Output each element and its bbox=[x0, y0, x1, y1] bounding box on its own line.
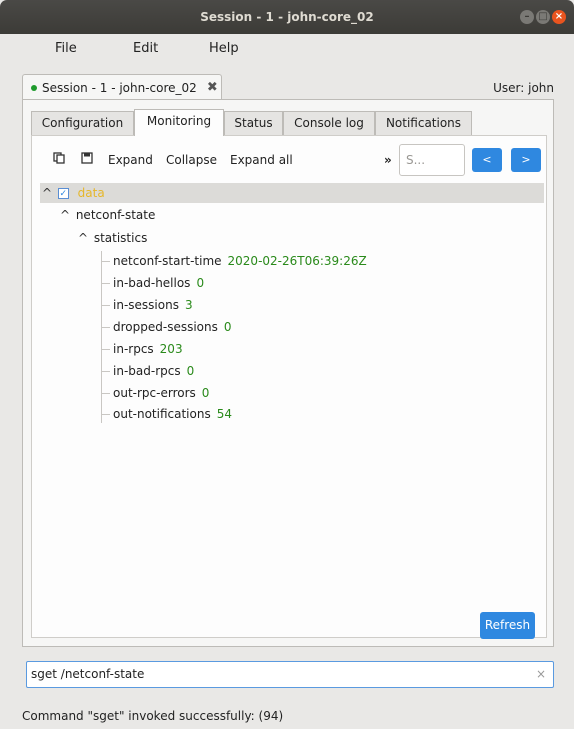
menu-file[interactable]: File bbox=[55, 41, 77, 56]
tree-node-netconf-state[interactable]: ^ netconf-state bbox=[60, 205, 155, 225]
copy-icon[interactable] bbox=[53, 152, 65, 164]
chevron-up-icon[interactable]: ^ bbox=[42, 183, 54, 203]
window-title: Session - 1 - john-core_02 bbox=[200, 10, 374, 24]
leaf-name: out-notifications bbox=[113, 407, 211, 421]
title-bar: Session - 1 - john-core_02 – □ × bbox=[0, 0, 574, 34]
command-input[interactable]: sget /netconf-state bbox=[26, 661, 554, 688]
search-next-button[interactable]: > bbox=[511, 148, 541, 172]
leaf-value: 0 bbox=[196, 276, 205, 290]
leaf-value: 203 bbox=[159, 342, 183, 356]
close-window-icon[interactable]: × bbox=[552, 10, 566, 24]
menu-edit[interactable]: Edit bbox=[133, 41, 158, 56]
chevron-up-icon[interactable]: ^ bbox=[60, 205, 72, 225]
close-session-icon[interactable]: ✖ bbox=[207, 80, 218, 95]
tree-leaf[interactable]: in-bad-hellos 0 bbox=[113, 273, 204, 293]
refresh-button[interactable]: Refresh bbox=[480, 612, 535, 639]
leaf-value: 3 bbox=[184, 298, 193, 312]
leaf-value: 0 bbox=[223, 320, 232, 334]
tree-node-label: data bbox=[77, 186, 105, 200]
collapse-button[interactable]: Collapse bbox=[166, 153, 217, 167]
tree-search-input[interactable]: S... bbox=[399, 144, 465, 176]
tree-connector bbox=[101, 414, 110, 415]
leaf-name: in-sessions bbox=[113, 298, 179, 312]
tree-leaf[interactable]: netconf-start-time 2020-02-26T06:39:26Z bbox=[113, 251, 367, 271]
tree-leaf[interactable]: in-sessions 3 bbox=[113, 295, 193, 315]
tree-node-label: statistics bbox=[93, 231, 148, 245]
checkbox-icon[interactable]: ✓ bbox=[57, 188, 69, 199]
tab-status[interactable]: Status bbox=[224, 111, 283, 135]
menu-help[interactable]: Help bbox=[209, 41, 239, 56]
leaf-name: netconf-start-time bbox=[113, 254, 222, 268]
tree-connector bbox=[101, 327, 110, 328]
leaf-name: in-bad-rpcs bbox=[113, 364, 181, 378]
clear-command-icon[interactable]: × bbox=[536, 667, 546, 681]
session-tab-label: Session - 1 - john-core_02 bbox=[42, 80, 197, 95]
search-prev-button[interactable]: < bbox=[472, 148, 502, 172]
minimize-icon[interactable]: – bbox=[520, 10, 534, 24]
tab-configuration[interactable]: Configuration bbox=[31, 111, 134, 135]
tree-leaf[interactable]: out-rpc-errors 0 bbox=[113, 383, 209, 403]
leaf-name: dropped-sessions bbox=[113, 320, 218, 334]
leaf-value: 0 bbox=[186, 364, 195, 378]
tree-leaf[interactable]: out-notifications 54 bbox=[113, 404, 232, 424]
save-icon[interactable] bbox=[81, 152, 93, 164]
window-controls: – □ × bbox=[520, 10, 566, 24]
chevron-up-icon[interactable]: ^ bbox=[78, 228, 90, 248]
tree-connector bbox=[101, 251, 102, 423]
leaf-value: 0 bbox=[201, 386, 210, 400]
menu-bar: File Edit Help bbox=[0, 34, 574, 62]
leaf-name: in-bad-hellos bbox=[113, 276, 191, 290]
expand-button[interactable]: Expand bbox=[108, 153, 153, 167]
connected-status-dot bbox=[31, 84, 37, 91]
tree-connector bbox=[101, 261, 110, 262]
user-label: User: john bbox=[493, 81, 554, 95]
tree-connector bbox=[101, 305, 110, 306]
leaf-value: 2020-02-26T06:39:26Z bbox=[227, 254, 367, 268]
leaf-name: out-rpc-errors bbox=[113, 386, 196, 400]
session-tab[interactable]: Session - 1 - john-core_02 ✖ bbox=[22, 74, 222, 100]
tree-connector bbox=[101, 371, 110, 372]
tree-leaf[interactable]: in-bad-rpcs 0 bbox=[113, 361, 194, 381]
tree-node-data[interactable]: ^ ✓ data bbox=[40, 183, 544, 203]
tab-monitoring[interactable]: Monitoring bbox=[134, 109, 224, 136]
tree-leaf[interactable]: dropped-sessions 0 bbox=[113, 317, 232, 337]
expand-all-button[interactable]: Expand all bbox=[230, 153, 293, 167]
leaf-name: in-rpcs bbox=[113, 342, 154, 356]
status-message: Command "sget" invoked successfully: (94… bbox=[22, 709, 284, 723]
tree-connector bbox=[101, 283, 110, 284]
tab-notifications[interactable]: Notifications bbox=[375, 111, 472, 135]
tree-connector bbox=[101, 393, 110, 394]
tree-node-statistics[interactable]: ^ statistics bbox=[78, 228, 147, 248]
tab-console-log[interactable]: Console log bbox=[283, 111, 375, 135]
tree-leaf[interactable]: in-rpcs 203 bbox=[113, 339, 183, 359]
leaf-value: 54 bbox=[216, 407, 232, 421]
tree-connector bbox=[101, 349, 110, 350]
maximize-icon[interactable]: □ bbox=[536, 10, 550, 24]
overflow-chevron-icon[interactable]: » bbox=[384, 153, 392, 167]
tree-node-label: netconf-state bbox=[75, 208, 156, 222]
